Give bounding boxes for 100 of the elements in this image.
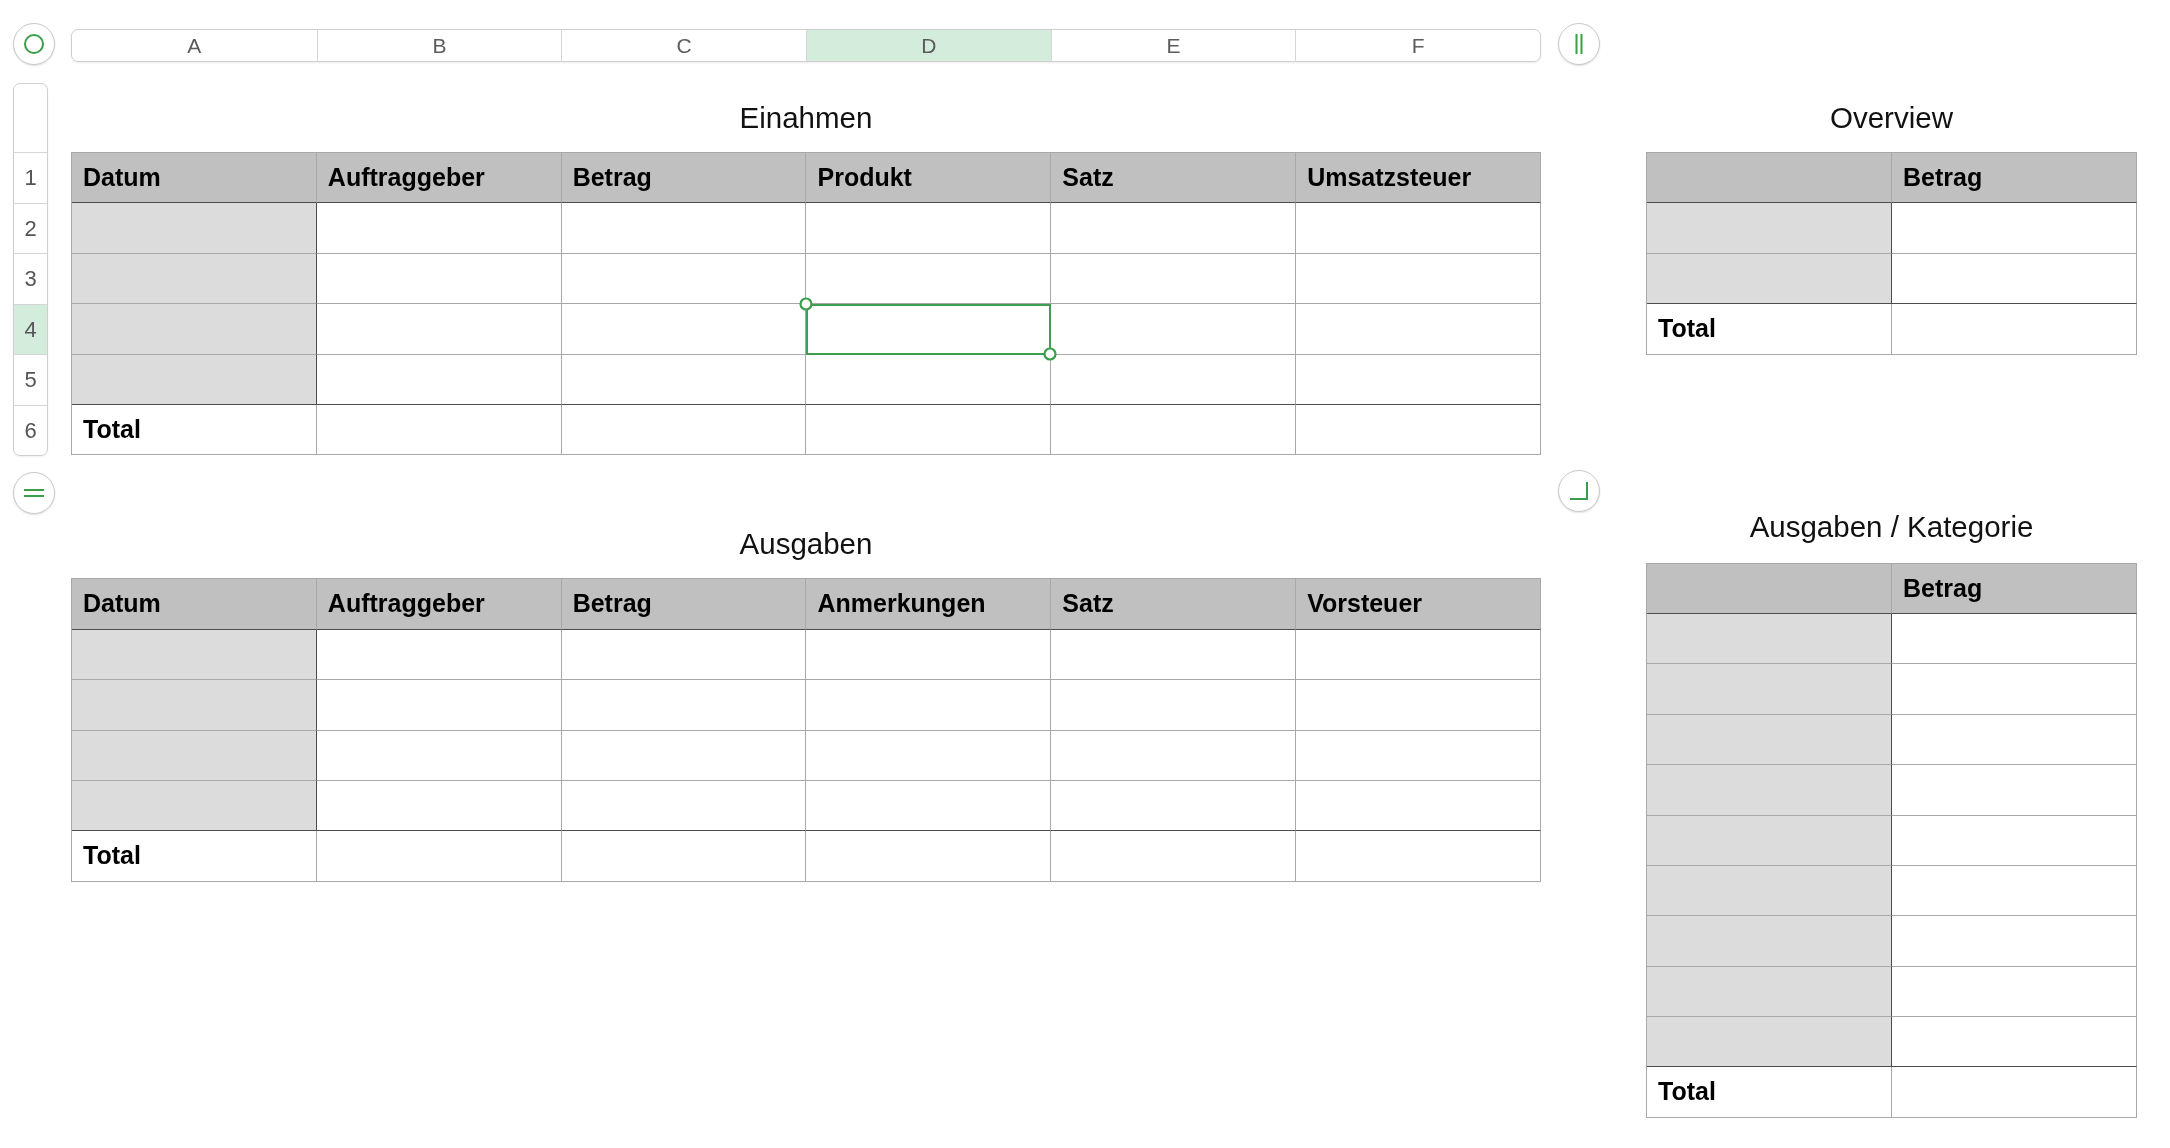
- header-cell[interactable]: Anmerkungen: [806, 579, 1052, 630]
- table-cell[interactable]: [1647, 613, 1892, 665]
- table-cell[interactable]: [1296, 354, 1541, 405]
- table-cell[interactable]: [1647, 203, 1892, 254]
- table-cell[interactable]: [1892, 815, 2137, 866]
- column-header[interactable]: B: [316, 30, 562, 61]
- header-cell[interactable]: Umsatzsteuer: [1296, 153, 1541, 204]
- table-cell[interactable]: [316, 304, 562, 355]
- table-cell[interactable]: [561, 730, 807, 781]
- table-cell[interactable]: [316, 730, 562, 781]
- table-cell[interactable]: [561, 680, 807, 731]
- table-cell[interactable]: [72, 730, 317, 781]
- table-cell[interactable]: [1892, 613, 2137, 665]
- table-cell[interactable]: [1892, 1017, 2137, 1068]
- table-cell[interactable]: [1647, 253, 1892, 305]
- table-cell[interactable]: [561, 253, 807, 305]
- header-cell[interactable]: Betrag: [561, 153, 807, 204]
- table-cell[interactable]: [72, 304, 317, 355]
- header-cell[interactable]: Satz: [1051, 579, 1297, 630]
- table-cell[interactable]: [806, 831, 1052, 882]
- table-cell[interactable]: [1051, 203, 1297, 254]
- table-cell[interactable]: [1892, 916, 2137, 967]
- table-cell[interactable]: [1051, 629, 1297, 681]
- table-cell[interactable]: [561, 780, 807, 832]
- header-cell[interactable]: Auftraggeber: [316, 579, 562, 630]
- row-header[interactable]: 6: [14, 404, 47, 455]
- table-cell[interactable]: [1051, 730, 1297, 781]
- table-cell[interactable]: [1296, 730, 1541, 781]
- table-cell[interactable]: [316, 780, 562, 832]
- table-cell[interactable]: [1892, 714, 2137, 766]
- table-cell[interactable]: [1296, 780, 1541, 832]
- table-cell[interactable]: Total: [1647, 1067, 1892, 1118]
- table-cell[interactable]: [72, 253, 317, 305]
- table-cell[interactable]: [1892, 966, 2137, 1018]
- table-cell[interactable]: [1051, 780, 1297, 832]
- table-cell[interactable]: [1647, 714, 1892, 766]
- table-cell[interactable]: [72, 354, 317, 405]
- table-cell[interactable]: Total: [72, 404, 317, 456]
- table-cell[interactable]: [1296, 203, 1541, 254]
- table-cell[interactable]: [1647, 966, 1892, 1018]
- table-cell[interactable]: [316, 831, 562, 882]
- table-cell[interactable]: [1051, 354, 1297, 405]
- table-cell[interactable]: [1892, 304, 2137, 355]
- column-header[interactable]: E: [1050, 30, 1296, 61]
- table-cell[interactable]: [806, 203, 1052, 254]
- table-cell[interactable]: [72, 780, 317, 832]
- table-cell[interactable]: [72, 203, 317, 254]
- selection-handle-icon[interactable]: [1043, 346, 1058, 361]
- table-cell[interactable]: [561, 354, 807, 405]
- table-cell[interactable]: [806, 780, 1052, 832]
- table-cell[interactable]: [1051, 680, 1297, 731]
- corner-resize-handle[interactable]: [1558, 470, 1600, 512]
- table-cell[interactable]: [1296, 831, 1541, 882]
- table-cell[interactable]: [316, 680, 562, 731]
- table-cell[interactable]: [316, 404, 562, 456]
- row-header[interactable]: 4: [14, 303, 47, 354]
- column-resize-handle[interactable]: [1558, 23, 1600, 65]
- column-header[interactable]: A: [72, 30, 317, 61]
- table-cell[interactable]: [1892, 203, 2137, 254]
- header-cell[interactable]: Auftraggeber: [316, 153, 562, 204]
- table-cell[interactable]: [316, 629, 562, 681]
- header-cell[interactable]: [1647, 153, 1892, 204]
- table-cell[interactable]: [806, 730, 1052, 781]
- header-cell[interactable]: Produkt: [806, 153, 1052, 204]
- table-cell[interactable]: [1296, 629, 1541, 681]
- header-cell[interactable]: Satz: [1051, 153, 1297, 204]
- header-cell[interactable]: Vorsteuer: [1296, 579, 1541, 630]
- header-cell[interactable]: Betrag: [1892, 153, 2137, 204]
- table-cell[interactable]: [1647, 865, 1892, 917]
- table-cell[interactable]: [561, 831, 807, 882]
- table-cell[interactable]: [1051, 404, 1297, 456]
- table-cell[interactable]: [1296, 253, 1541, 305]
- table-cell[interactable]: [806, 680, 1052, 731]
- table-cell[interactable]: [561, 203, 807, 254]
- row-header[interactable]: 5: [14, 354, 47, 405]
- header-cell[interactable]: Datum: [72, 579, 317, 630]
- table-cell[interactable]: [1892, 865, 2137, 917]
- table-cell[interactable]: [72, 629, 317, 681]
- table-cell[interactable]: [316, 203, 562, 254]
- table-cell[interactable]: [72, 680, 317, 731]
- table-cell[interactable]: [1892, 765, 2137, 816]
- header-cell[interactable]: Betrag: [561, 579, 807, 630]
- table-cell[interactable]: Total: [1647, 304, 1892, 355]
- table-cell[interactable]: [561, 629, 807, 681]
- table-cell[interactable]: [1647, 916, 1892, 967]
- header-cell[interactable]: [1647, 563, 1892, 614]
- table-handle[interactable]: [13, 23, 55, 65]
- table-cell[interactable]: [1051, 831, 1297, 882]
- row-resize-handle[interactable]: [13, 472, 55, 514]
- table-cell[interactable]: Total: [72, 831, 317, 882]
- table-cell[interactable]: [1296, 304, 1541, 355]
- table-cell[interactable]: [1647, 765, 1892, 816]
- table-cell[interactable]: [1296, 680, 1541, 731]
- table-cell[interactable]: [1892, 1067, 2137, 1118]
- table-cell[interactable]: [1296, 404, 1541, 456]
- table-cell[interactable]: [1647, 815, 1892, 866]
- row-header[interactable]: 3: [14, 253, 47, 304]
- table-cell[interactable]: [806, 404, 1052, 456]
- column-header[interactable]: D: [806, 30, 1051, 61]
- column-header[interactable]: F: [1295, 30, 1540, 61]
